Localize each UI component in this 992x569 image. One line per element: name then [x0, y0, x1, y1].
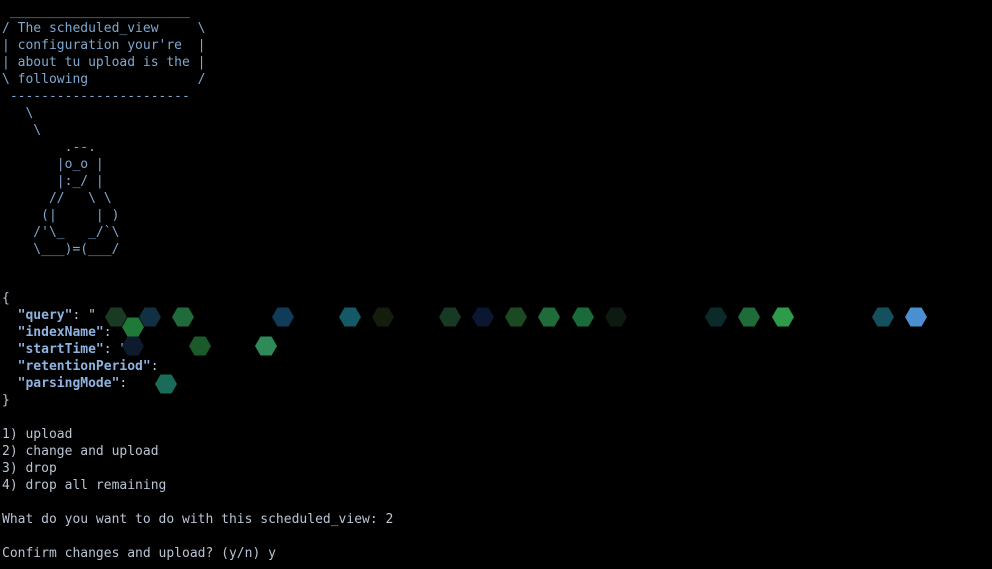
redaction-hexagon — [339, 307, 361, 327]
tux-art-line: |:_/ | — [2, 174, 104, 189]
speech-bubble-line: / The scheduled_view \ — [2, 21, 206, 36]
redaction-hexagon — [189, 336, 211, 356]
speech-bubble-line: | configuration your're | — [2, 38, 206, 53]
json-value: " — [88, 308, 96, 323]
redaction-hexagon — [372, 307, 394, 327]
json-value: " — [119, 342, 128, 357]
speech-bubble-line: \ following / — [2, 72, 206, 87]
redaction-hexagon — [172, 307, 194, 327]
menu-option-change-and-upload: 2) change and upload — [2, 444, 159, 459]
confirm-prompt-line: Confirm changes and upload? (y/n) y — [2, 545, 276, 562]
question-prompt-line: What do you want to do with this schedul… — [2, 511, 393, 528]
json-field-index-name: "indexName": — [2, 324, 112, 341]
tux-art-line: (| | ) — [2, 208, 120, 223]
json-key: "query" — [17, 308, 73, 323]
redaction-hexagon — [538, 307, 560, 327]
confirm-prompt: Confirm changes and upload? (y/n) — [2, 546, 269, 561]
json-field-query: "query": " — [2, 307, 96, 324]
json-separator: : — [103, 342, 120, 357]
redaction-hexagon — [705, 307, 727, 327]
menu-option-drop-all-remaining: 4) drop all remaining — [2, 478, 167, 493]
tux-art-line: \ — [2, 123, 42, 138]
json-separator: : — [72, 308, 89, 323]
redaction-hexagon — [905, 307, 927, 327]
json-field-parsing-mode: "parsingMode": — [2, 375, 128, 392]
menu-option-drop: 3) drop — [2, 461, 57, 476]
tux-art-line: \___)=(___/ — [2, 242, 120, 257]
tux-art-line: |o_o | — [2, 157, 104, 172]
redaction-hexagon — [139, 307, 161, 327]
redaction-hexagon — [255, 336, 277, 356]
terminal-window[interactable]: _______________________ / The scheduled_… — [0, 0, 992, 569]
redaction-hexagon — [505, 307, 527, 327]
json-separator: : — [103, 325, 112, 340]
json-field-retention-period: "retentionPeriod": — [2, 358, 159, 375]
json-key: "indexName" — [17, 325, 104, 340]
question-answer[interactable]: 2 — [386, 512, 394, 527]
json-separator: : — [150, 359, 159, 374]
confirm-answer[interactable]: y — [268, 546, 276, 561]
json-field-start-time: "startTime": " — [2, 341, 128, 358]
tux-art-line: // \ \ — [2, 191, 112, 206]
redaction-hexagon — [772, 307, 794, 327]
redaction-hexagon — [872, 307, 894, 327]
json-separator: : — [119, 376, 128, 391]
redaction-hexagon — [272, 307, 294, 327]
redaction-hexagon — [155, 374, 177, 394]
tux-art-line: /'\_ _/`\ — [2, 225, 120, 240]
redaction-hexagon — [605, 307, 627, 327]
json-key: "startTime" — [17, 342, 104, 357]
question-prompt: What do you want to do with this schedul… — [2, 512, 386, 527]
speech-bubble-line: ----------------------- — [2, 89, 190, 104]
redaction-hexagon — [738, 307, 760, 327]
json-close-brace: } — [2, 393, 10, 408]
speech-bubble-line: | about tu upload is the | — [2, 55, 206, 70]
json-key: "retentionPeriod" — [17, 359, 151, 374]
json-key: "parsingMode" — [17, 376, 120, 391]
redaction-hexagon — [472, 307, 494, 327]
redaction-hexagon — [122, 317, 144, 337]
speech-bubble-line: _______________________ — [2, 4, 190, 19]
json-open-brace: { — [2, 291, 10, 306]
tux-art-line: .--. — [2, 140, 96, 155]
redaction-hexagon — [572, 307, 594, 327]
redaction-hexagon — [439, 307, 461, 327]
menu-option-upload: 1) upload — [2, 427, 73, 442]
tux-art-line: \ — [2, 106, 34, 121]
